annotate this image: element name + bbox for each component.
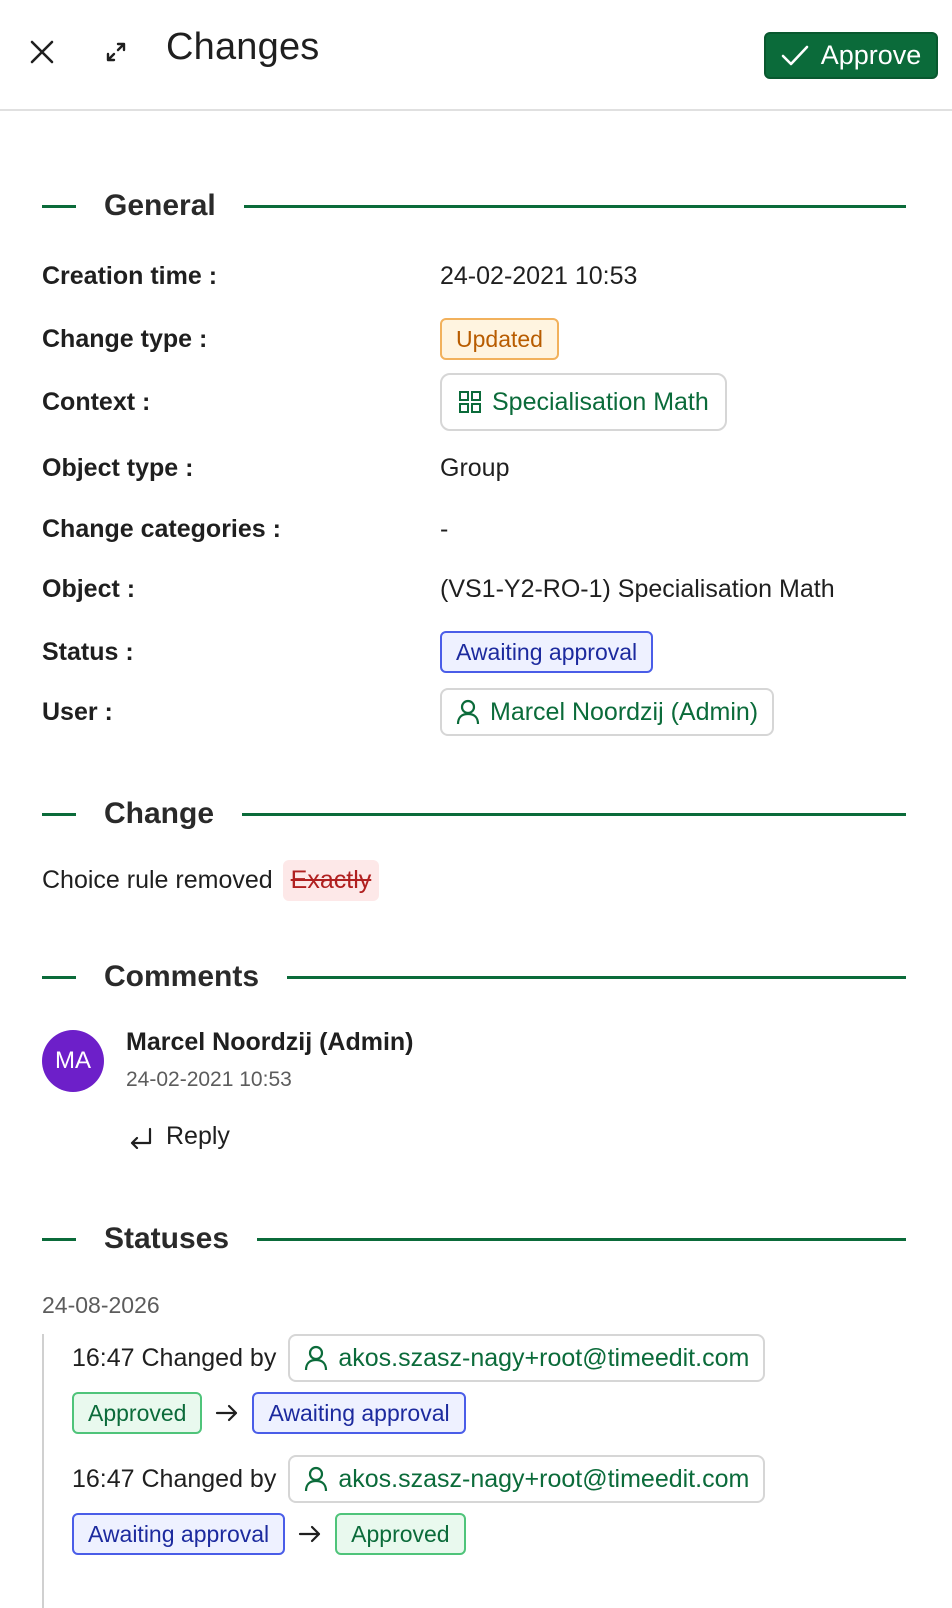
row-value: - (440, 514, 449, 543)
arrow-right-icon (214, 1401, 240, 1425)
row-value: Group (440, 453, 510, 482)
comment-time: 24-02-2021 10:53 (126, 1068, 292, 1091)
grid-icon (459, 391, 481, 413)
row-label: Change type : (42, 324, 208, 353)
from-status-badge: Approved (72, 1392, 203, 1434)
user-link[interactable]: Marcel Noordzij (Admin) (440, 688, 775, 736)
row-value: 24-02-2021 10:53 (440, 261, 638, 290)
row-label: User : (42, 697, 113, 726)
log-text: 16:47 Changed by (72, 1343, 277, 1372)
removed-value: Exactly (282, 860, 380, 901)
status-badge: Awaiting approval (440, 631, 654, 673)
expand-icon (106, 42, 126, 62)
user-icon (456, 699, 480, 725)
comment-author: Marcel Noordzij (Admin) (126, 1028, 414, 1056)
section-dash (42, 975, 76, 979)
section-title: Change (104, 797, 215, 830)
status-transition: Approved Awaiting approval (72, 1392, 466, 1434)
section-rule (243, 204, 906, 208)
status-transition: Awaiting approval Approved (72, 1513, 466, 1555)
row-label: Context : (42, 387, 151, 416)
section-dash (42, 812, 76, 816)
from-status-badge: Awaiting approval (72, 1513, 286, 1555)
reply-button[interactable]: Reply (128, 1122, 230, 1151)
reply-icon (130, 1127, 152, 1149)
status-log-entry: 16:47 Changed by akos.szasz-nagy+root@ti… (72, 1334, 766, 1382)
row-label: Object : (42, 574, 136, 603)
expand-button[interactable] (96, 32, 136, 72)
section-rule (242, 812, 906, 816)
section-title: General (104, 189, 216, 222)
section-rule (287, 975, 906, 979)
to-status-badge: Awaiting approval (252, 1392, 466, 1434)
row-label: Status : (42, 637, 134, 666)
user-label: Marcel Noordzij (Admin) (490, 697, 759, 726)
section-rule (257, 1237, 906, 1241)
section-title: Statuses (104, 1222, 230, 1255)
log-user-label: akos.szasz-nagy+root@timeedit.com (338, 1343, 750, 1372)
check-icon (781, 45, 809, 65)
row-creation-time: Creation time : 24-02-2021 10:53 (42, 254, 906, 298)
log-user-label: akos.szasz-nagy+root@timeedit.com (338, 1464, 750, 1493)
approve-label: Approve (820, 40, 922, 70)
reply-label: Reply (166, 1122, 230, 1150)
row-status: Status : Awaiting approval (42, 630, 906, 674)
row-label: Object type : (42, 453, 194, 482)
context-label: Specialisation Math (492, 387, 709, 416)
section-comments: Comments (42, 957, 906, 997)
close-button[interactable] (22, 32, 62, 72)
log-user-link[interactable]: akos.szasz-nagy+root@timeedit.com (288, 1334, 766, 1382)
user-icon (305, 1345, 328, 1371)
arrow-right-icon (297, 1522, 323, 1546)
change-type-badge: Updated (440, 318, 559, 360)
log-user-link[interactable]: akos.szasz-nagy+root@timeedit.com (288, 1455, 766, 1503)
log-text: 16:47 Changed by (72, 1464, 277, 1493)
section-general: General (42, 186, 906, 226)
status-log-entry: 16:47 Changed by akos.szasz-nagy+root@ti… (72, 1455, 766, 1503)
row-object: Object : (VS1-Y2-RO-1) Specialisation Ma… (42, 567, 906, 611)
section-dash (42, 1237, 76, 1241)
page-title: Changes (166, 26, 320, 68)
close-icon (30, 40, 54, 64)
status-date: 24-08-2026 (42, 1292, 160, 1318)
change-text: Choice rule removed (42, 866, 273, 894)
avatar: MA (42, 1030, 104, 1092)
change-description: Choice rule removed Exactly (42, 860, 380, 901)
timeline-line (42, 1334, 44, 1608)
section-title: Comments (104, 960, 260, 993)
section-change: Change (42, 794, 906, 834)
row-value: (VS1-Y2-RO-1) Specialisation Math (440, 574, 835, 603)
approve-button[interactable]: Approve (764, 32, 938, 79)
to-status-badge: Approved (335, 1513, 466, 1555)
row-change-categories: Change categories : - (42, 507, 906, 551)
row-user: User : Marcel Noordzij (Admin) (42, 688, 906, 736)
context-link[interactable]: Specialisation Math (440, 373, 727, 431)
row-change-type: Change type : Updated (42, 317, 906, 361)
row-object-type: Object type : Group (42, 446, 906, 490)
panel-header: Changes Approve (0, 0, 952, 111)
row-label: Change categories : (42, 514, 281, 543)
section-statuses: Statuses (42, 1219, 906, 1259)
section-dash (42, 204, 76, 208)
row-label: Creation time : (42, 261, 218, 290)
row-context: Context : Specialisation Math (42, 373, 906, 431)
user-icon (305, 1466, 328, 1492)
